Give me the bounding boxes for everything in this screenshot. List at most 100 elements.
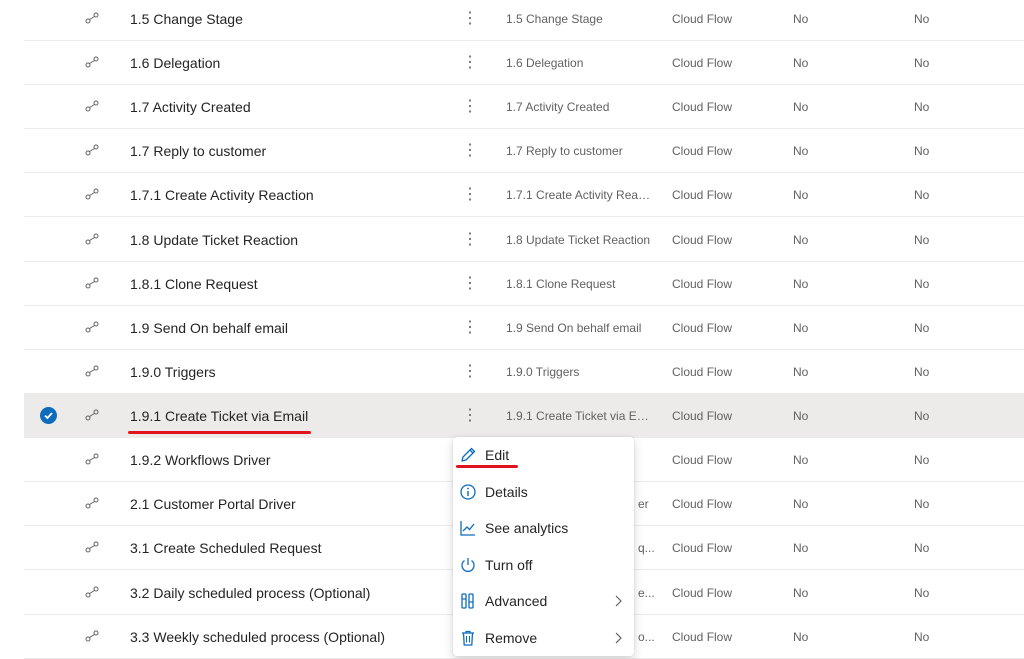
customized-value: No	[914, 277, 930, 291]
managed-value: No	[793, 100, 809, 114]
customized-value: No	[914, 12, 930, 26]
flow-icon	[84, 438, 102, 482]
row-checkbox[interactable]	[40, 173, 58, 217]
flow-name[interactable]: 3.1 Create Scheduled Request	[130, 526, 430, 570]
customized-value: No	[914, 541, 930, 555]
context-menu: Edit Details See analytics Turn off Adva…	[453, 437, 634, 656]
table-row[interactable]: 1.7 Activity Created ⋮ 1.7 Activity Crea…	[24, 85, 1024, 129]
flow-type: Cloud Flow	[672, 365, 733, 379]
menu-item-see-analytics[interactable]: See analytics	[453, 510, 634, 546]
row-checkbox[interactable]	[40, 129, 58, 173]
flow-name[interactable]: 1.6 Delegation	[130, 41, 430, 85]
row-checkbox[interactable]	[40, 350, 58, 394]
managed-value: No	[793, 586, 809, 600]
flow-type: Cloud Flow	[672, 277, 733, 291]
table-row[interactable]: 1.8 Update Ticket Reaction ⋮ 1.8 Update …	[24, 218, 1024, 262]
flow-icon	[84, 306, 102, 350]
row-checkbox[interactable]	[40, 571, 58, 615]
more-options-icon[interactable]: ⋮	[460, 173, 480, 217]
customized-value: No	[914, 56, 930, 70]
flow-type: Cloud Flow	[672, 409, 733, 423]
managed-value: No	[793, 321, 809, 335]
customized-value: No	[914, 497, 930, 511]
flow-name[interactable]: 1.7.1 Create Activity Reaction	[130, 173, 430, 217]
more-options-icon[interactable]: ⋮	[460, 306, 480, 350]
menu-item-advanced[interactable]: Advanced	[453, 583, 634, 619]
flow-name[interactable]: 1.8.1 Clone Request	[130, 262, 430, 306]
annotation-underline	[128, 431, 311, 434]
checkmark-icon	[40, 407, 57, 424]
flow-type: Cloud Flow	[672, 541, 733, 555]
row-checkbox[interactable]	[40, 262, 58, 306]
menu-item-turn-off[interactable]: Turn off	[453, 547, 634, 583]
flow-name[interactable]: 1.9.2 Workflows Driver	[130, 438, 430, 482]
customized-value: No	[914, 409, 930, 423]
flow-type: Cloud Flow	[672, 100, 733, 114]
flow-name[interactable]: 3.3 Weekly scheduled process (Optional)	[130, 615, 430, 659]
row-checkbox[interactable]	[40, 615, 58, 659]
flow-display-name: er	[638, 497, 649, 511]
flow-name[interactable]: 1.9 Send On behalf email	[130, 306, 430, 350]
managed-value: No	[793, 497, 809, 511]
flow-name[interactable]: 1.7 Activity Created	[130, 85, 430, 129]
more-options-icon[interactable]: ⋮	[460, 129, 480, 173]
flow-display-name: o...	[638, 630, 655, 644]
table-row[interactable]: 1.5 Change Stage ⋮ 1.5 Change Stage Clou…	[24, 0, 1024, 41]
flow-type: Cloud Flow	[672, 630, 733, 644]
menu-item-label: Remove	[485, 630, 538, 646]
table-row[interactable]: 1.7.1 Create Activity Reaction ⋮ 1.7.1 C…	[24, 173, 1024, 217]
flow-display-name: 1.7.1 Create Activity React...	[506, 188, 656, 202]
flow-name[interactable]: 1.9.0 Triggers	[130, 350, 430, 394]
flow-name[interactable]: 1.5 Change Stage	[130, 0, 430, 41]
row-checkbox[interactable]	[40, 438, 58, 482]
flow-display-name: e...	[638, 586, 655, 600]
chart-line-icon	[459, 519, 477, 537]
row-checkbox[interactable]	[40, 526, 58, 570]
flow-name[interactable]: 3.2 Daily scheduled process (Optional)	[130, 571, 430, 615]
table-row[interactable]: 1.7 Reply to customer ⋮ 1.7 Reply to cus…	[24, 129, 1024, 173]
more-options-icon[interactable]: ⋮	[460, 85, 480, 129]
flow-type: Cloud Flow	[672, 144, 733, 158]
row-checkbox[interactable]	[40, 394, 58, 438]
more-options-icon[interactable]: ⋮	[460, 41, 480, 85]
flow-type: Cloud Flow	[672, 453, 733, 467]
menu-item-label: Details	[485, 484, 528, 500]
customized-value: No	[914, 188, 930, 202]
flow-type: Cloud Flow	[672, 233, 733, 247]
row-checkbox[interactable]	[40, 0, 58, 41]
flow-display-name: 1.5 Change Stage	[506, 12, 603, 26]
managed-value: No	[793, 144, 809, 158]
chevron-right-icon	[613, 594, 623, 613]
trash-icon	[459, 629, 477, 647]
menu-item-details[interactable]: Details	[453, 474, 634, 510]
more-options-icon[interactable]: ⋮	[460, 394, 480, 438]
managed-value: No	[793, 277, 809, 291]
managed-value: No	[793, 365, 809, 379]
table-row[interactable]: 1.9.0 Triggers ⋮ 1.9.0 Triggers Cloud Fl…	[24, 350, 1024, 394]
managed-value: No	[793, 188, 809, 202]
row-checkbox[interactable]	[40, 306, 58, 350]
customized-value: No	[914, 630, 930, 644]
customized-value: No	[914, 453, 930, 467]
menu-item-remove[interactable]: Remove	[453, 620, 634, 656]
table-row[interactable]: 1.8.1 Clone Request ⋮ 1.8.1 Clone Reques…	[24, 262, 1024, 306]
more-options-icon[interactable]: ⋮	[460, 262, 480, 306]
flow-display-name: 1.8 Update Ticket Reaction	[506, 233, 651, 247]
row-checkbox[interactable]	[40, 482, 58, 526]
row-checkbox[interactable]	[40, 218, 58, 262]
table-row[interactable]: 1.9 Send On behalf email ⋮ 1.9 Send On b…	[24, 306, 1024, 350]
chevron-right-icon	[613, 631, 623, 650]
flow-name[interactable]: 1.8 Update Ticket Reaction	[130, 218, 430, 262]
flow-type: Cloud Flow	[672, 497, 733, 511]
flow-name[interactable]: 2.1 Customer Portal Driver	[130, 482, 430, 526]
flow-name[interactable]: 1.7 Reply to customer	[130, 129, 430, 173]
customized-value: No	[914, 100, 930, 114]
customized-value: No	[914, 586, 930, 600]
more-options-icon[interactable]: ⋮	[460, 350, 480, 394]
row-checkbox[interactable]	[40, 41, 58, 85]
row-checkbox[interactable]	[40, 85, 58, 129]
more-options-icon[interactable]: ⋮	[460, 218, 480, 262]
table-row[interactable]: 1.6 Delegation ⋮ 1.6 Delegation Cloud Fl…	[24, 41, 1024, 85]
more-options-icon[interactable]: ⋮	[460, 0, 480, 41]
customized-value: No	[914, 321, 930, 335]
